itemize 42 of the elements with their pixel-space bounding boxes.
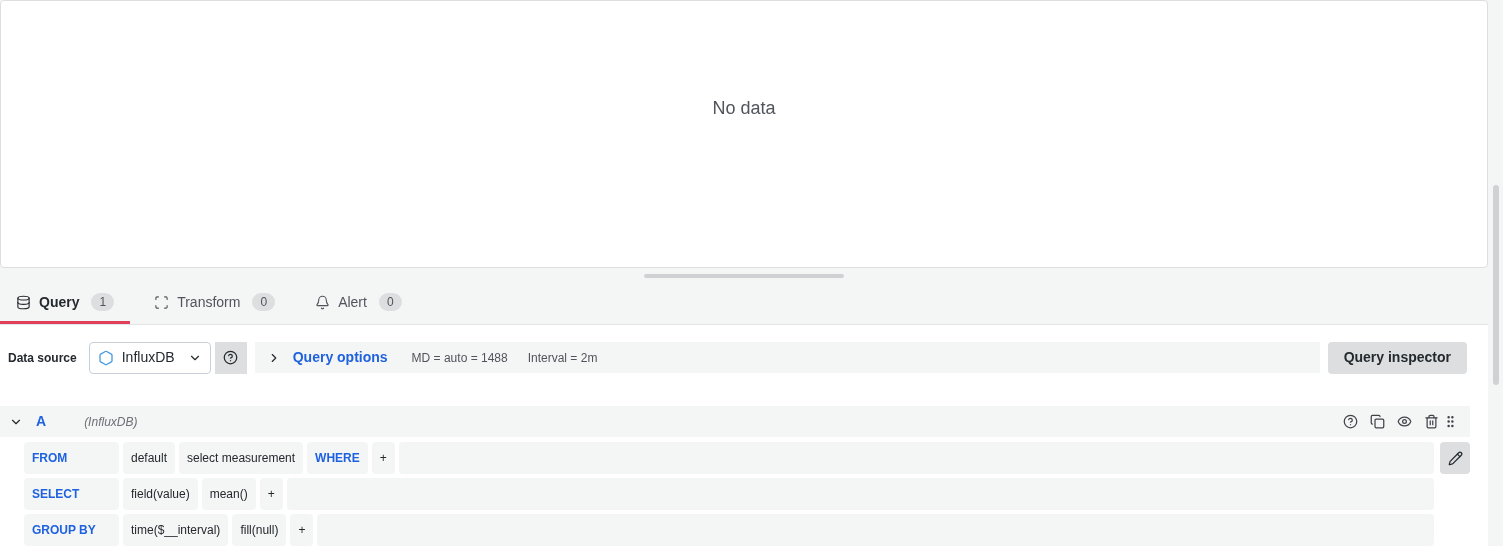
tab[interactable]: Alert 0: [299, 283, 418, 324]
query-segment[interactable]: select measurement: [179, 442, 304, 474]
scrollbar-thumb[interactable]: [1492, 185, 1499, 385]
clause-keyword: WHERE: [307, 442, 368, 474]
no-data-message: No data: [712, 96, 776, 120]
count-badge: 0: [378, 293, 402, 311]
help-icon: [223, 350, 239, 365]
add-segment-button[interactable]: +: [259, 478, 283, 510]
database-icon: [16, 294, 31, 310]
resize-handle[interactable]: [644, 274, 844, 278]
help-icon[interactable]: [1343, 414, 1358, 429]
eye-icon[interactable]: [1397, 414, 1412, 429]
clause-keyword: FROM: [24, 442, 119, 474]
query-segment[interactable]: default: [123, 442, 176, 474]
query-inspector-button[interactable]: Query inspector: [1327, 341, 1467, 374]
clause-keyword: SELECT: [24, 478, 119, 510]
edit-button[interactable]: [1440, 442, 1470, 474]
clause-keyword: GROUP BY: [24, 514, 119, 546]
add-segment-button[interactable]: +: [371, 442, 395, 474]
query-options-link[interactable]: Query options: [292, 347, 388, 368]
query-ref-name[interactable]: A: [36, 411, 47, 432]
bell-icon: [315, 294, 331, 310]
query-source-text: (InfluxDB): [84, 413, 138, 431]
data-source-picker[interactable]: InfluxDB: [88, 341, 211, 374]
count-badge: 0: [252, 293, 276, 311]
max-data-points-text: MD = auto = 1488: [411, 349, 508, 367]
help-button[interactable]: [214, 341, 247, 374]
copy-icon[interactable]: [1370, 414, 1385, 429]
query-segment[interactable]: mean(): [201, 478, 256, 510]
influxdb-logo-icon: [97, 349, 114, 366]
query-segment[interactable]: time($__interval): [123, 514, 229, 546]
data-source-label: Data source: [8, 349, 77, 367]
interval-text: Interval = 2m: [527, 349, 598, 367]
dashed-square-icon: [154, 294, 170, 310]
trash-icon[interactable]: [1424, 414, 1439, 429]
query-segment[interactable]: field(value): [123, 478, 198, 510]
tab[interactable]: Transform 0: [138, 283, 292, 324]
query-segment[interactable]: fill(null): [232, 514, 287, 546]
count-badge: 1: [91, 293, 115, 311]
query-options-bar[interactable]: Query options MD = auto = 1488 Interval = 2m: [254, 342, 1320, 373]
pencil-icon: [1447, 450, 1463, 466]
add-segment-button[interactable]: +: [290, 514, 314, 546]
